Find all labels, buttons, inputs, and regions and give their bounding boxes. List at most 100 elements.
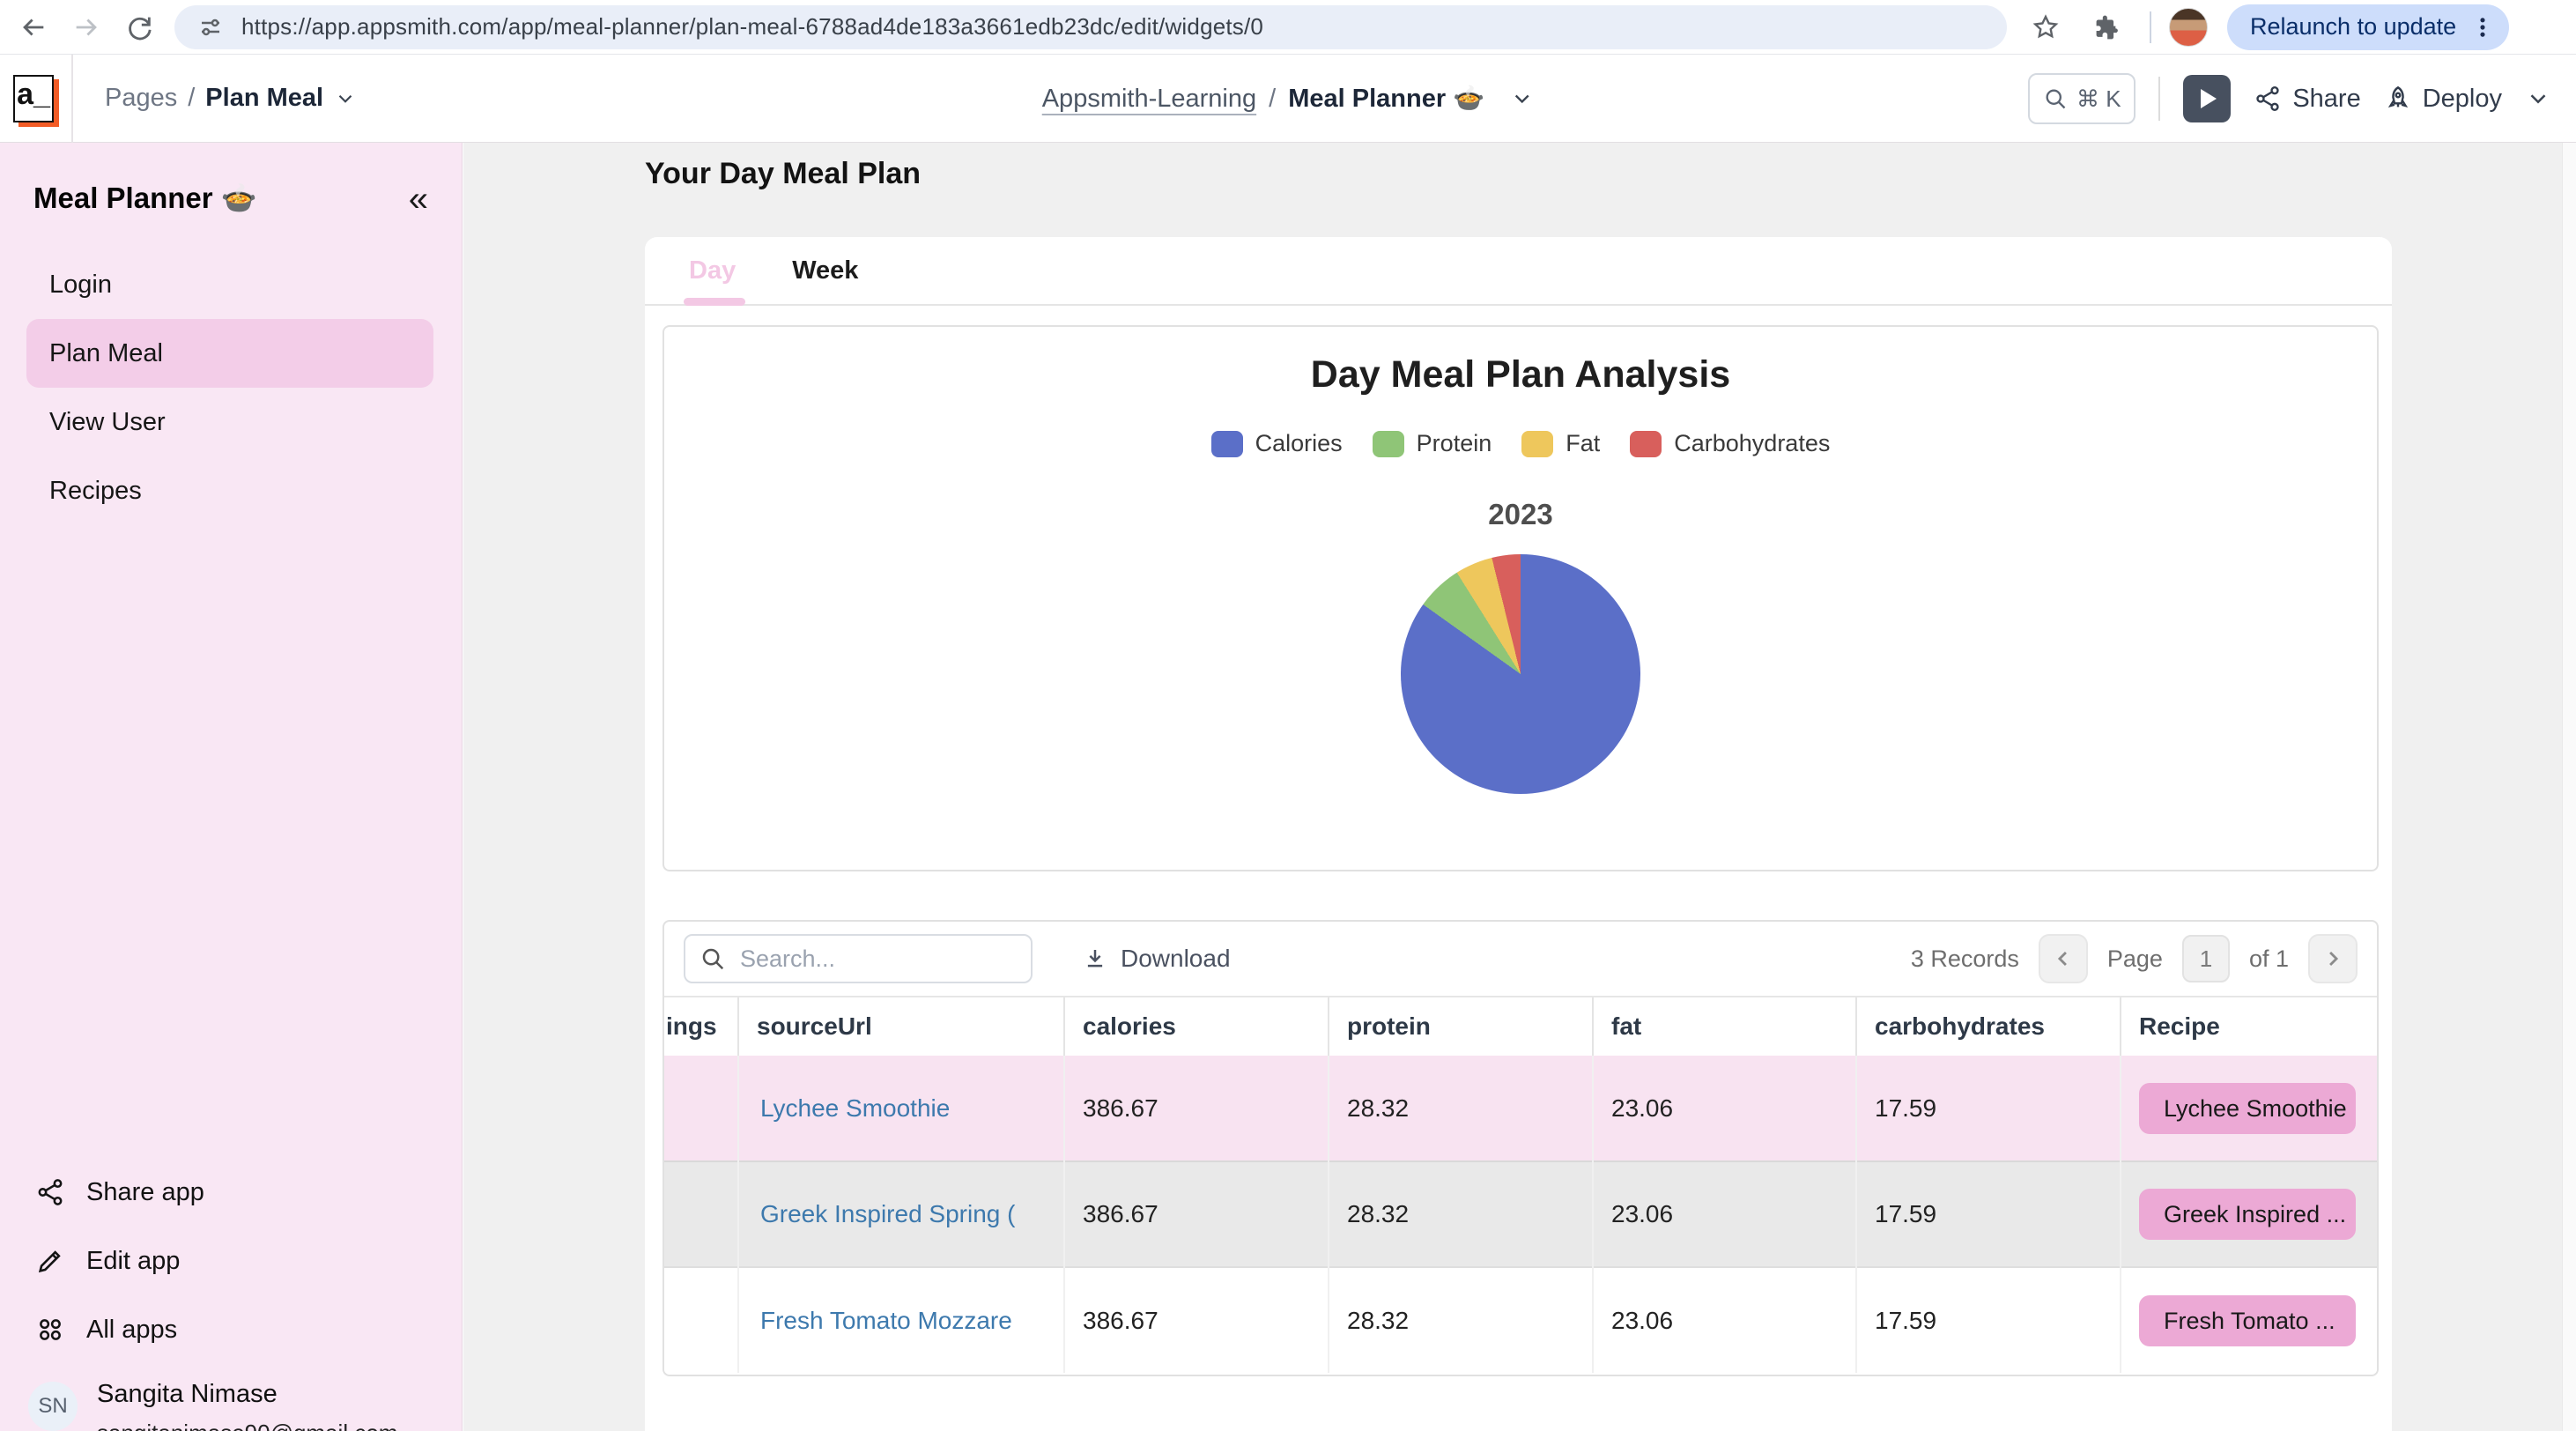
- chevron-down-icon[interactable]: [1509, 86, 1534, 111]
- sidebar-item-view-user[interactable]: View User: [26, 388, 433, 456]
- pencil-icon: [35, 1246, 65, 1276]
- apps-grid-icon: [35, 1315, 65, 1345]
- calories-cell: 386.67: [1064, 1161, 1329, 1267]
- tabstrip: Day Week: [645, 237, 2392, 306]
- legend-item-calories[interactable]: Calories: [1211, 430, 1343, 457]
- divider: [71, 55, 73, 143]
- pie-chart: [1401, 554, 1640, 794]
- browser-forward-icon[interactable]: [60, 3, 113, 52]
- protein-cell: 28.32: [1329, 1161, 1593, 1267]
- browser-reload-icon[interactable]: [113, 3, 166, 52]
- relaunch-label: Relaunch to update: [2250, 13, 2456, 41]
- edit-app-label: Edit app: [86, 1247, 180, 1276]
- page-title: Your Day Meal Plan: [645, 157, 921, 191]
- carbohydrates-cell: 17.59: [1856, 1056, 2121, 1161]
- user-avatar: SN: [28, 1382, 78, 1431]
- col-header-servings[interactable]: ings: [664, 997, 738, 1056]
- table-header-row: ings sourceUrl calories protein fat carb…: [664, 997, 2377, 1056]
- app-canvas: Your Day Meal Plan Day Week Day Meal Pla…: [463, 143, 2576, 1431]
- recipe-button[interactable]: Lychee Smoothie: [2139, 1083, 2356, 1134]
- bookmark-star-icon[interactable]: [2019, 3, 2072, 52]
- sourceurl-link[interactable]: Greek Inspired Spring (: [760, 1200, 1015, 1227]
- legend-label: Carbohydrates: [1674, 430, 1830, 457]
- extensions-icon[interactable]: [2079, 3, 2132, 52]
- sidebar-item-plan-meal[interactable]: Plan Meal: [26, 319, 433, 388]
- legend-swatch-protein: [1373, 431, 1404, 457]
- appsmith-logo[interactable]: a_: [13, 75, 54, 122]
- table-search-input[interactable]: [684, 934, 1033, 983]
- browser-back-icon[interactable]: [7, 3, 60, 52]
- tab-week[interactable]: Week: [792, 256, 858, 285]
- deploy-menu-chevron-icon[interactable]: [2525, 85, 2551, 112]
- workspace-link[interactable]: Appsmith-Learning: [1042, 85, 1256, 114]
- legend-swatch-carbohydrates: [1630, 431, 1662, 457]
- download-button[interactable]: Download: [1082, 945, 1231, 973]
- table-row[interactable]: Greek Inspired Spring ( 386.67 28.32 23.…: [664, 1161, 2377, 1267]
- edit-app-button[interactable]: Edit app: [26, 1227, 433, 1295]
- deploy-button[interactable]: Deploy: [2384, 85, 2502, 114]
- legend-item-protein[interactable]: Protein: [1373, 430, 1492, 457]
- sidebar-app-title: Meal Planner 🍲: [33, 182, 257, 216]
- recipe-button[interactable]: Fresh Tomato ...: [2139, 1295, 2356, 1346]
- url-text[interactable]: https://app.appsmith.com/app/meal-planne…: [241, 13, 1263, 41]
- relaunch-to-update-button[interactable]: Relaunch to update: [2227, 4, 2509, 50]
- carbohydrates-cell: 17.59: [1856, 1267, 2121, 1373]
- sidebar-item-recipes[interactable]: Recipes: [26, 456, 433, 525]
- share-app-button[interactable]: Share app: [26, 1158, 433, 1227]
- legend-item-carbohydrates[interactable]: Carbohydrates: [1630, 430, 1830, 457]
- col-header-sourceurl[interactable]: sourceUrl: [738, 997, 1064, 1056]
- address-bar[interactable]: https://app.appsmith.com/app/meal-planne…: [174, 5, 2007, 49]
- app-name[interactable]: Meal Planner 🍲: [1288, 84, 1484, 114]
- page-number-input[interactable]: [2182, 935, 2230, 982]
- carbohydrates-cell: 17.59: [1856, 1161, 2121, 1267]
- chart-card: Day Meal Plan Analysis Calories Protein …: [663, 325, 2379, 871]
- records-count: 3 Records: [1911, 945, 2019, 973]
- col-header-fat[interactable]: fat: [1593, 997, 1856, 1056]
- browser-profile-avatar[interactable]: [2169, 8, 2208, 47]
- fat-cell: 23.06: [1593, 1267, 1856, 1373]
- browser-chrome: https://app.appsmith.com/app/meal-planne…: [0, 0, 2576, 55]
- col-header-recipe[interactable]: Recipe: [2121, 997, 2377, 1056]
- divider: [2150, 11, 2151, 43]
- chevron-down-icon[interactable]: [334, 87, 357, 110]
- sourceurl-link[interactable]: Fresh Tomato Mozzare: [760, 1307, 1012, 1334]
- col-header-protein[interactable]: protein: [1329, 997, 1593, 1056]
- play-icon: [2201, 89, 2217, 108]
- tab-day[interactable]: Day: [689, 256, 736, 285]
- table-widget: Download 3 Records Page of 1: [663, 920, 2379, 1376]
- protein-cell: 28.32: [1329, 1056, 1593, 1161]
- col-header-carbohydrates[interactable]: carbohydrates: [1856, 997, 2121, 1056]
- next-page-button[interactable]: [2308, 934, 2358, 983]
- pages-breadcrumb[interactable]: Pages / Plan Meal: [105, 84, 357, 113]
- prev-page-button[interactable]: [2039, 934, 2088, 983]
- app-sidebar: Meal Planner 🍲 « Login Plan Meal View Us…: [0, 143, 463, 1431]
- canvas-scrollbar[interactable]: [2562, 143, 2576, 1431]
- all-apps-button[interactable]: All apps: [26, 1295, 433, 1364]
- sourceurl-link[interactable]: Lychee Smoothie: [760, 1094, 950, 1122]
- sidebar-item-login[interactable]: Login: [26, 250, 433, 319]
- col-header-calories[interactable]: calories: [1064, 997, 1329, 1056]
- deploy-label: Deploy: [2423, 85, 2502, 114]
- appsmith-header: a_ Pages / Plan Meal Appsmith-Learning /…: [0, 55, 2576, 143]
- search-icon: [2043, 86, 2068, 111]
- sidebar-user[interactable]: SN Sangita Nimase sangitanimase90@gmail.…: [26, 1364, 433, 1431]
- share-app-label: Share app: [86, 1178, 204, 1207]
- page-total: of 1: [2249, 945, 2289, 973]
- share-button[interactable]: Share: [2254, 85, 2360, 114]
- user-name: Sangita Nimase: [97, 1376, 397, 1409]
- recipe-button[interactable]: Greek Inspired ...: [2139, 1189, 2356, 1240]
- calories-cell: 386.67: [1064, 1056, 1329, 1161]
- table-row[interactable]: Fresh Tomato Mozzare 386.67 28.32 23.06 …: [664, 1267, 2377, 1373]
- omnibar-search-button[interactable]: ⌘ K: [2028, 73, 2136, 124]
- share-nodes-icon: [2254, 85, 2282, 113]
- sidebar-collapse-icon[interactable]: «: [409, 186, 428, 212]
- table-row[interactable]: Lychee Smoothie 386.67 28.32 23.06 17.59…: [664, 1056, 2377, 1161]
- page-label: Page: [2107, 945, 2163, 973]
- legend-swatch-calories: [1211, 431, 1243, 457]
- site-settings-icon[interactable]: [197, 14, 224, 41]
- download-label: Download: [1121, 945, 1231, 973]
- table-toolbar: Download 3 Records Page of 1: [664, 922, 2377, 997]
- preview-play-button[interactable]: [2183, 75, 2231, 122]
- legend-item-fat[interactable]: Fat: [1521, 430, 1600, 457]
- kebab-menu-icon[interactable]: [2470, 15, 2495, 40]
